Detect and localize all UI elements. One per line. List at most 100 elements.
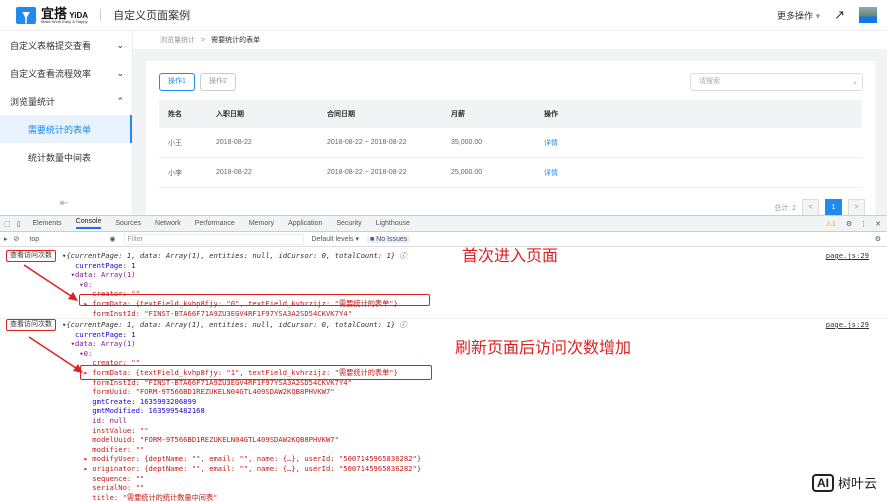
column-header: 操作	[544, 111, 558, 118]
highlight-box	[79, 294, 430, 306]
action2-button[interactable]: 操作2	[200, 73, 236, 91]
arrow-icon	[23, 264, 78, 301]
breadcrumb-separator-icon: >	[201, 36, 206, 44]
console-toolbar: ▸ ⊘ top ◉ Filter Default levels ▾ ■ No I…	[0, 232, 887, 247]
tab-console[interactable]: Console	[75, 218, 102, 229]
column-header: 姓名	[168, 111, 182, 118]
breadcrumb-current: 需要统计的表单	[211, 37, 261, 44]
cell-salary: 25,000.00	[451, 169, 483, 176]
breadcrumb-item[interactable]: 浏览量统计	[160, 35, 195, 45]
console-log-group: 查看访问次数 page.js:29 ▾{currentPage: 1, data…	[0, 318, 887, 502]
console-line: gmtCreate: 1635993206899	[62, 396, 197, 406]
sidebar-item-label: 自定义表格提交查看	[10, 40, 92, 51]
arrow-icon	[28, 336, 83, 373]
more-actions-dropdown[interactable]: 更多操作 ▾	[777, 9, 820, 22]
prev-page-button[interactable]: <	[802, 199, 819, 216]
watermark: AI 树叶云	[807, 471, 881, 494]
close-icon[interactable]: ✕	[875, 220, 881, 228]
console-line[interactable]: ▾data: Array(1)	[62, 270, 887, 280]
sidebar-item-label: 需要统计的表单	[28, 124, 92, 135]
console-line[interactable]: ▾{currentPage: 1, data: Array(1), entiti…	[62, 320, 887, 330]
more-actions-label: 更多操作	[777, 10, 814, 21]
filter-input[interactable]: Filter	[123, 233, 304, 245]
watermark-logo: AI	[811, 473, 834, 492]
issues-label: No Issues	[376, 235, 408, 243]
more-menu-icon[interactable]: ⋮	[860, 220, 867, 228]
next-page-button[interactable]: >	[848, 199, 865, 216]
tab-performance[interactable]: Performance	[195, 220, 235, 227]
search-input[interactable]: 请搜索 ⌕	[690, 73, 863, 91]
brand: 宜搭 YiDA Make Work Easy & Happy	[41, 7, 88, 24]
console-line: formUuid: "FORM-9T566BD1REZUKELN04GTL409…	[62, 387, 335, 397]
details-link[interactable]: 详情	[544, 138, 644, 148]
avatar[interactable]	[859, 7, 877, 23]
action1-button[interactable]: 操作1	[159, 73, 195, 91]
tab-network[interactable]: Network	[155, 220, 181, 227]
column-header: 入职日期	[216, 111, 244, 118]
details-link[interactable]: 详情	[544, 168, 644, 178]
total-count: 总计: 2	[774, 204, 796, 212]
sidebar-item-view-stats[interactable]: 浏览量统计 ⌃	[0, 87, 132, 115]
yida-logo-icon	[16, 6, 36, 24]
inspect-icon[interactable]: ⬚	[4, 220, 11, 228]
sidebar-item-target-form[interactable]: 需要统计的表单	[0, 115, 132, 143]
console-line: formInstId: "FINST-BTA66F71A9ZU3EGV4RF1F…	[62, 308, 352, 318]
device-toggle-icon[interactable]: ▯	[17, 220, 21, 228]
sidebar-item-table-submit[interactable]: 自定义表格提交查看 ⌄	[0, 31, 132, 59]
watermark-text: 树叶云	[837, 476, 877, 491]
issues-button[interactable]: ■ No Issues	[366, 235, 411, 243]
app-title: 自定义页面案例	[113, 10, 191, 22]
sidebar-item-process-efficiency[interactable]: 自定义查看流程效率 ⌄	[0, 59, 132, 87]
column-header: 合同日期	[327, 111, 355, 118]
tab-elements[interactable]: Elements	[32, 220, 61, 227]
console-line[interactable]: ▾0:	[62, 280, 887, 290]
cell-contract-date: 2018-08-22 ~ 2018-08-22	[327, 139, 407, 146]
console-line[interactable]: ▸ originator: {deptName: "", email: "", …	[62, 464, 887, 474]
page-1-button[interactable]: 1	[825, 199, 842, 216]
console-line: gmtModified: 1635995482168	[62, 406, 205, 416]
caret-down-icon: ▾	[815, 10, 821, 21]
source-link[interactable]: page.js:29	[826, 251, 869, 261]
context-select[interactable]: top	[29, 236, 109, 243]
console-settings-icon[interactable]: ⚙	[875, 235, 881, 243]
console-line[interactable]: ▸ modifyUser: {deptName: "", email: "", …	[62, 454, 887, 464]
sidebar-toggle-icon[interactable]: ▸	[4, 235, 8, 243]
tab-lighthouse[interactable]: Lighthouse	[376, 220, 410, 227]
log-levels-dropdown[interactable]: Default levels ▾	[312, 235, 359, 243]
data-table: 姓名 入职日期 合同日期 月薪 操作 小王 2018-08-22 2018-08…	[159, 100, 862, 188]
sidebar: 自定义表格提交查看 ⌄ 自定义查看流程效率 ⌄ 浏览量统计 ⌃ 需要统计的表单 统计数…	[0, 31, 133, 215]
tab-application[interactable]: Application	[288, 220, 322, 227]
table-header: 姓名 入职日期 合同日期 月薪 操作	[159, 100, 862, 128]
warning-badge[interactable]: ⚠1	[826, 220, 836, 228]
tab-security[interactable]: Security	[336, 220, 361, 227]
main-content: 浏览量统计 > 需要统计的表单 操作1 操作2 请搜索 ⌕ 姓名 入职日期 合同日…	[133, 31, 887, 221]
chevron-down-icon: ⌄	[116, 67, 124, 78]
breadcrumb: 浏览量统计 > 需要统计的表单	[133, 31, 887, 49]
chevron-up-icon: ⌃	[116, 95, 124, 106]
tab-memory[interactable]: Memory	[249, 220, 274, 227]
app-header: 宜搭 YiDA Make Work Easy & Happy 自定义页面案例 更多…	[0, 0, 887, 31]
sidebar-item-count-table[interactable]: 统计数量中间表	[0, 143, 132, 171]
collapse-sidebar-icon[interactable]: ⇤	[60, 198, 68, 209]
cell-hire-date: 2018-08-22	[216, 139, 252, 146]
console-line: sequence: ""	[62, 473, 145, 483]
eye-icon[interactable]: ◉	[109, 235, 115, 243]
search-icon[interactable]: ⌕	[853, 76, 857, 92]
column-header: 月薪	[451, 111, 465, 118]
log-label: 查看访问次数	[6, 250, 56, 262]
clear-console-icon[interactable]: ⊘	[14, 235, 20, 243]
console-log-group: 查看访问次数 page.js:29 ▾{currentPage: 1, data…	[0, 248, 887, 318]
highlight-box	[80, 365, 432, 380]
tab-sources[interactable]: Sources	[115, 220, 141, 227]
log-label: 查看访问次数	[6, 319, 56, 331]
gear-icon[interactable]: ⚙	[846, 220, 852, 228]
brand-slogan: Make Work Easy & Happy	[41, 18, 88, 24]
console-line: serialNo: ""	[62, 483, 145, 493]
table-row: 小王 2018-08-22 2018-08-22 ~ 2018-08-22 35…	[159, 128, 862, 158]
console-line: id: null	[62, 415, 127, 425]
divider	[100, 9, 102, 21]
source-link[interactable]: page.js:29	[826, 320, 869, 330]
console-line: modelUuid: "FORM-9T566BD1REZUKELN04GTL40…	[62, 435, 339, 445]
table-row: 小李 2018-08-22 2018-08-22 ~ 2018-08-22 25…	[159, 158, 862, 188]
external-link-icon[interactable]: ↗	[834, 7, 845, 23]
